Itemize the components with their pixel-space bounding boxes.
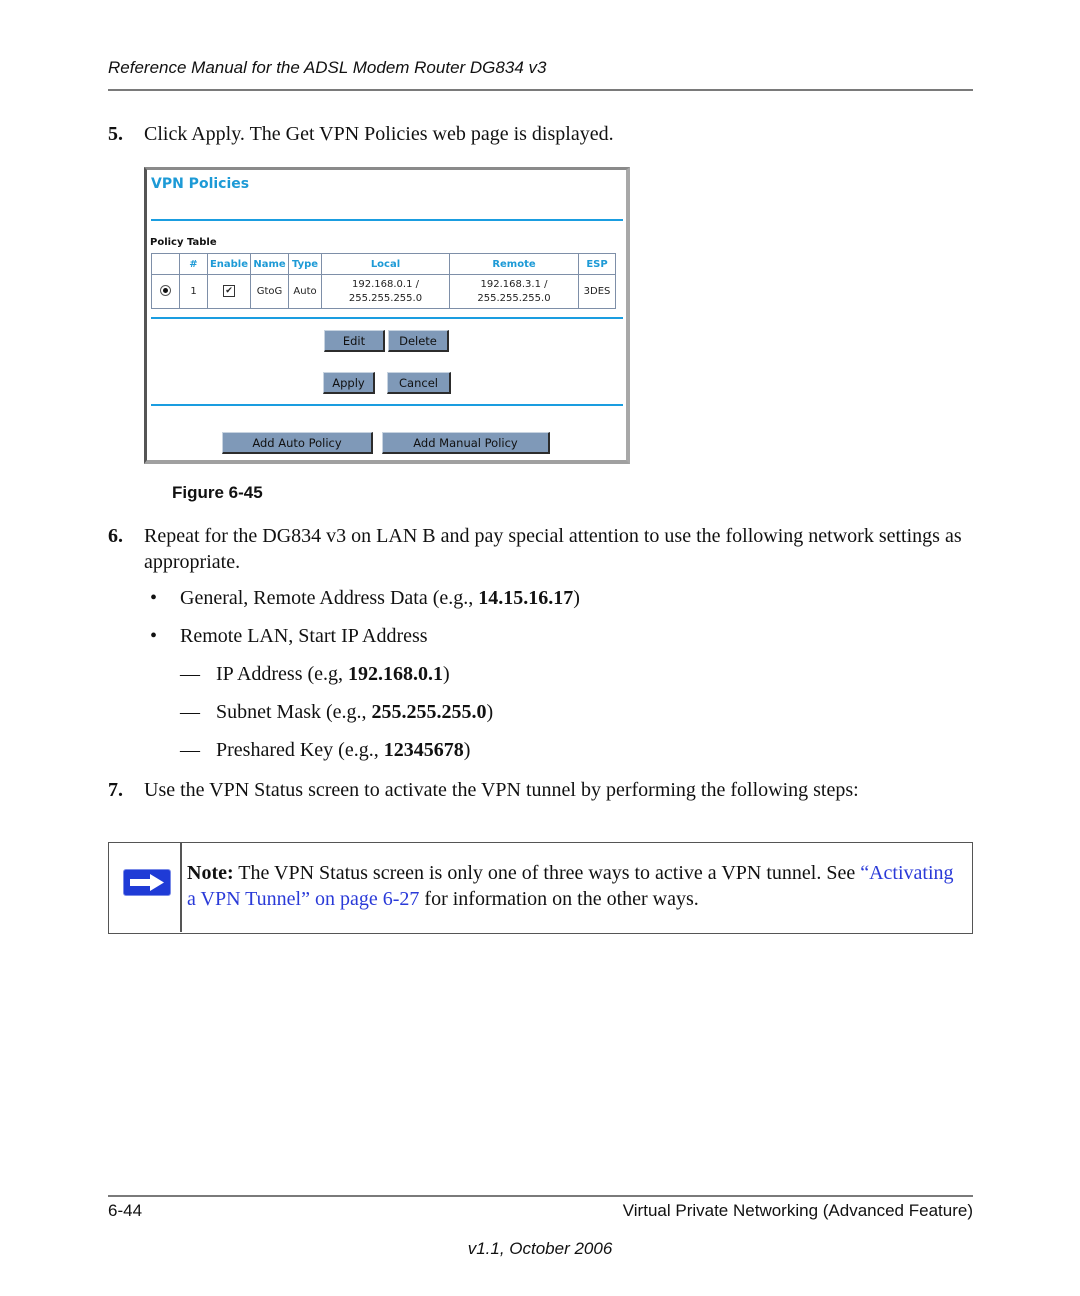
version-line: v1.1, October 2006 bbox=[467, 1239, 613, 1258]
bullet-item: • Remote LAN, Start IP Address bbox=[150, 625, 428, 647]
policy-table: # Enable Name Type Local Remote ESP 1 ✔ … bbox=[151, 253, 616, 309]
cancel-button[interactable]: Cancel bbox=[387, 372, 451, 394]
edit-button[interactable]: Edit bbox=[324, 330, 385, 352]
step-number: 6. bbox=[108, 525, 123, 547]
bullet-icon: • bbox=[150, 587, 158, 609]
right-arrow-icon bbox=[123, 869, 171, 896]
remote-mask: 255.255.255.0 bbox=[477, 292, 551, 304]
enable-cell: ✔ bbox=[207, 274, 251, 309]
step-number: 7. bbox=[108, 779, 123, 801]
number-cell: 1 bbox=[179, 274, 208, 309]
type-cell: Auto bbox=[288, 274, 322, 309]
dash-icon: — bbox=[180, 701, 200, 723]
section-title: Virtual Private Networking (Advanced Fea… bbox=[622, 1201, 973, 1220]
footer-rule bbox=[108, 1195, 973, 1197]
vpn-policies-screenshot: VPN Policies Policy Table # Enable Name … bbox=[144, 167, 630, 464]
header-rule bbox=[108, 89, 973, 91]
policy-table-label: Policy Table bbox=[150, 237, 217, 248]
step-7: 7. Use the VPN Status screen to activate… bbox=[108, 777, 973, 803]
step-text: Click Apply. The Get VPN Policies web pa… bbox=[144, 123, 614, 145]
table-header-row: # Enable Name Type Local Remote ESP bbox=[151, 253, 616, 275]
note-divider bbox=[180, 843, 182, 932]
page-number: 6-44 bbox=[108, 1201, 143, 1220]
col-select bbox=[151, 253, 180, 275]
enable-checkbox[interactable]: ✔ bbox=[223, 284, 235, 297]
table-row: 1 ✔ GtoG Auto 192.168.0.1 / 255.255.255.… bbox=[151, 274, 616, 309]
delete-button[interactable]: Delete bbox=[388, 330, 449, 352]
col-name: Name bbox=[250, 253, 289, 275]
dash-icon: — bbox=[180, 739, 200, 761]
divider bbox=[151, 317, 623, 319]
bullet-item: • General, Remote Address Data (e.g., 14… bbox=[150, 587, 580, 609]
col-remote: Remote bbox=[449, 253, 579, 275]
step-text: Use the VPN Status screen to activate th… bbox=[144, 779, 859, 801]
apply-button[interactable]: Apply bbox=[323, 372, 375, 394]
vpn-policies-title: VPN Policies bbox=[151, 176, 250, 192]
remote-cell: 192.168.3.1 / 255.255.255.0 bbox=[449, 274, 579, 309]
dash-icon: — bbox=[180, 663, 200, 685]
local-cell: 192.168.0.1 / 255.255.255.0 bbox=[321, 274, 450, 309]
local-ip: 192.168.0.1 / bbox=[352, 278, 419, 290]
col-local: Local bbox=[321, 253, 450, 275]
step-number: 5. bbox=[108, 123, 123, 145]
note-box: Note: The VPN Status screen is only one … bbox=[108, 842, 973, 934]
bullet-icon: • bbox=[150, 625, 158, 647]
step-5: 5. Click Apply. The Get VPN Policies web… bbox=[108, 121, 973, 147]
add-auto-policy-button[interactable]: Add Auto Policy bbox=[222, 432, 373, 454]
add-manual-policy-button[interactable]: Add Manual Policy bbox=[382, 432, 550, 454]
name-cell: GtoG bbox=[250, 274, 289, 309]
local-mask: 255.255.255.0 bbox=[348, 292, 423, 304]
note-label: Note: bbox=[187, 862, 234, 884]
col-esp: ESP bbox=[578, 253, 616, 275]
remote-ip: 192.168.3.1 / bbox=[480, 278, 548, 290]
select-cell bbox=[151, 274, 180, 309]
figure-caption: Figure 6-45 bbox=[172, 483, 263, 502]
policy-radio[interactable] bbox=[160, 285, 171, 296]
running-header: Reference Manual for the ADSL Modem Rout… bbox=[108, 58, 547, 77]
col-number: # bbox=[179, 253, 208, 275]
col-type: Type bbox=[288, 253, 322, 275]
step-text: Repeat for the DG834 v3 on LAN B and pay… bbox=[144, 525, 962, 573]
esp-cell: 3DES bbox=[578, 274, 616, 309]
divider bbox=[151, 404, 623, 406]
col-enable: Enable bbox=[207, 253, 251, 275]
divider bbox=[151, 219, 623, 221]
step-6: 6. Repeat for the DG834 v3 on LAN B and … bbox=[108, 523, 973, 575]
note-text: Note: The VPN Status screen is only one … bbox=[187, 862, 954, 910]
